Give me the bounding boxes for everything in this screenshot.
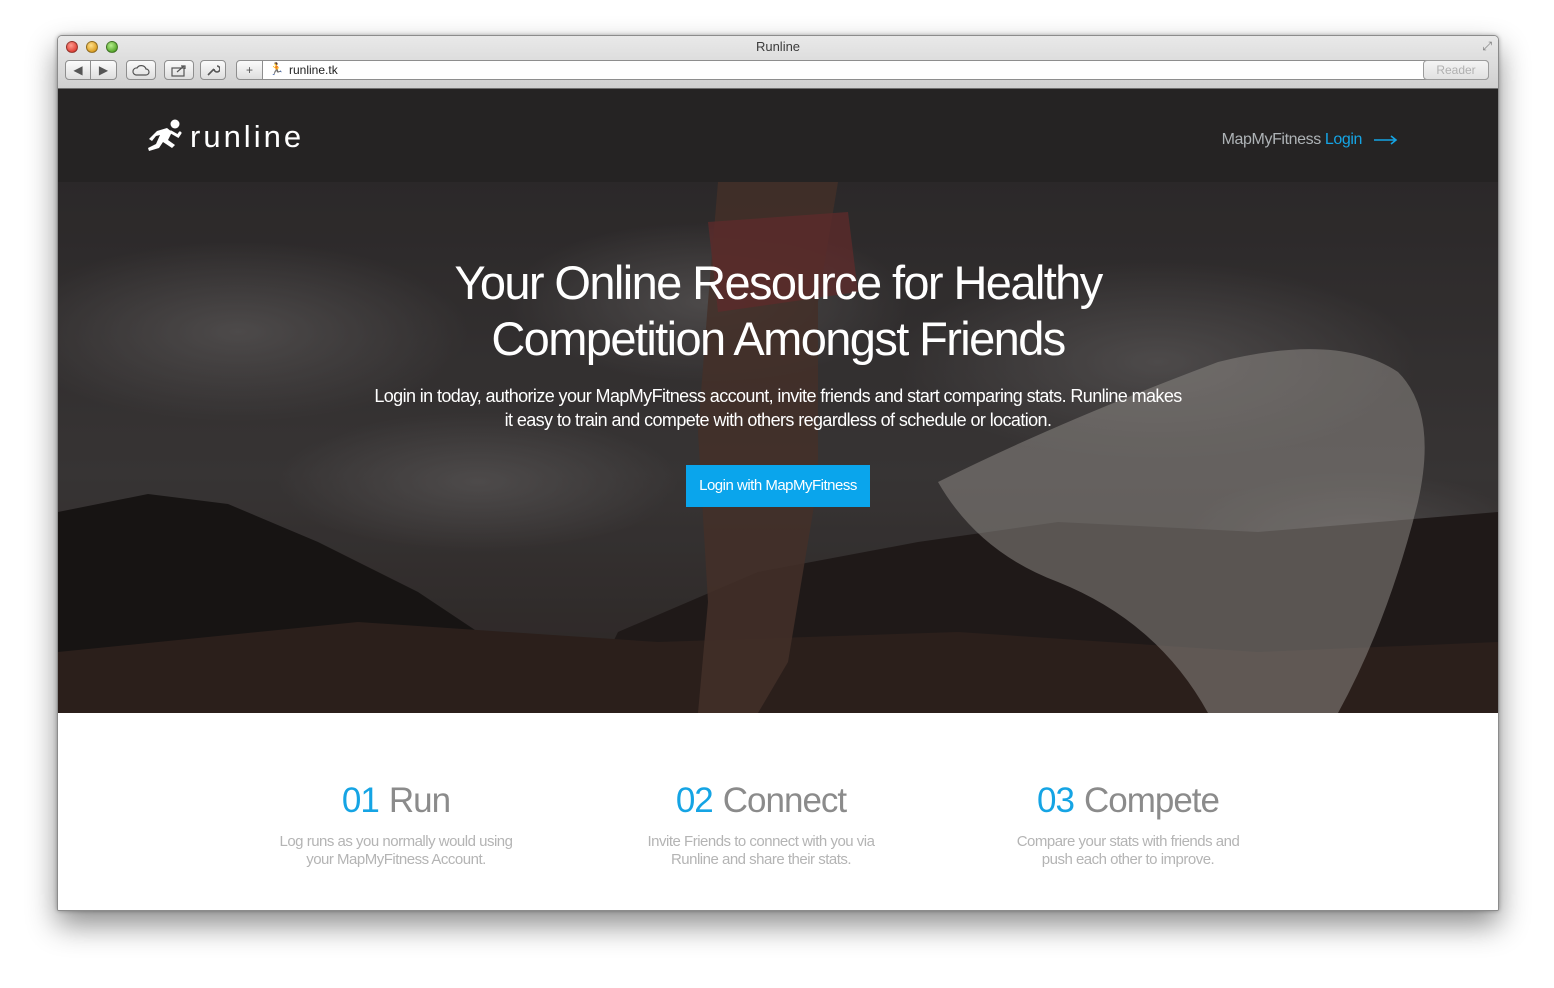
site-logo[interactable]: runline: [144, 117, 304, 157]
share-button[interactable]: [164, 60, 194, 80]
fullscreen-icon[interactable]: ⤢: [1482, 39, 1492, 54]
runner-icon: [148, 119, 182, 151]
hero-section: Your Online Resource for Healthy Competi…: [58, 182, 1498, 713]
web-page: runline MapMyFitness Login Your Online R…: [58, 89, 1498, 910]
hero-title-line-1: Your Online Resource for Healthy: [454, 256, 1103, 309]
mapmyfitness-login-link[interactable]: MapMyFitness Login: [1222, 131, 1398, 149]
feature-number: 03: [1037, 781, 1075, 820]
hero-subtitle-line-2: it easy to train and compete with others…: [504, 410, 1052, 430]
hero-title: Your Online Resource for Healthy Competi…: [58, 255, 1498, 367]
tools-icon: [207, 65, 221, 76]
share-icon: [171, 65, 186, 77]
browser-window: Runline ⤢ ◀ ▶ + 🏃 runline.tk ↻ Reader: [57, 35, 1499, 911]
feature-description-line-2: your MapMyFitness Account.: [306, 851, 486, 868]
feature-description: Compare your stats with friends and push…: [978, 833, 1278, 869]
login-with-mapmyfitness-button[interactable]: Login with MapMyFitness: [686, 465, 870, 507]
feature-compete: 03 Compete Compare your stats with friend…: [978, 779, 1278, 869]
feature-connect: 02 Connect Invite Friends to connect with…: [611, 779, 911, 869]
features-section: 01 Run Log runs as you normally would usi…: [58, 713, 1498, 910]
back-button[interactable]: ◀: [65, 60, 91, 80]
hero-subtitle: Login in today, authorize your MapMyFitn…: [338, 384, 1218, 432]
feature-description-line-2: push each other to improve.: [1041, 851, 1215, 868]
icloud-icon: [132, 65, 150, 76]
address-bar[interactable]: 🏃 runline.tk ↻: [262, 60, 1489, 80]
site-header: runline MapMyFitness Login: [58, 89, 1498, 182]
forward-button[interactable]: ▶: [90, 60, 117, 80]
feature-description: Invite Friends to connect with you via R…: [611, 833, 911, 869]
feature-number: 01: [341, 781, 380, 820]
feature-description: Log runs as you normally would using you…: [246, 833, 546, 869]
feature-heading: 02 Connect: [611, 779, 911, 823]
logo-text: runline: [190, 119, 305, 154]
hero-title-line-2: Competition Amongst Friends: [491, 312, 1066, 365]
reader-button[interactable]: Reader: [1423, 60, 1489, 80]
feature-description-line-2: Runline and share their stats.: [670, 851, 852, 868]
nav-login-label[interactable]: Login: [1325, 131, 1363, 149]
feature-name: Connect: [722, 781, 847, 820]
feature-description-line-1: Compare your stats with friends and: [1016, 833, 1240, 850]
address-url[interactable]: runline.tk: [289, 63, 338, 77]
window-title: Runline: [755, 39, 801, 54]
feature-description-line-1: Log runs as you normally would using: [279, 833, 513, 850]
browser-toolbar: Runline ⤢ ◀ ▶ + 🏃 runline.tk ↻ Reader: [58, 36, 1498, 89]
tools-button[interactable]: [200, 60, 226, 80]
feature-name: Compete: [1083, 781, 1220, 820]
feature-name: Run: [388, 781, 451, 820]
feature-heading: 01 Run: [246, 779, 546, 823]
hero-subtitle-line-1: Login in today, authorize your MapMyFitn…: [374, 386, 1182, 406]
icloud-tabs-button[interactable]: [126, 60, 156, 80]
feature-heading: 03 Compete: [978, 779, 1278, 823]
favicon-runner-icon: 🏃: [269, 62, 284, 76]
nav-login-prefix: MapMyFitness: [1221, 131, 1322, 148]
feature-run: 01 Run Log runs as you normally would usi…: [246, 779, 546, 869]
feature-description-line-1: Invite Friends to connect with you via: [647, 833, 875, 850]
feature-number: 02: [675, 781, 714, 820]
arrow-right-icon: [1374, 135, 1398, 145]
new-tab-button[interactable]: +: [236, 60, 263, 80]
